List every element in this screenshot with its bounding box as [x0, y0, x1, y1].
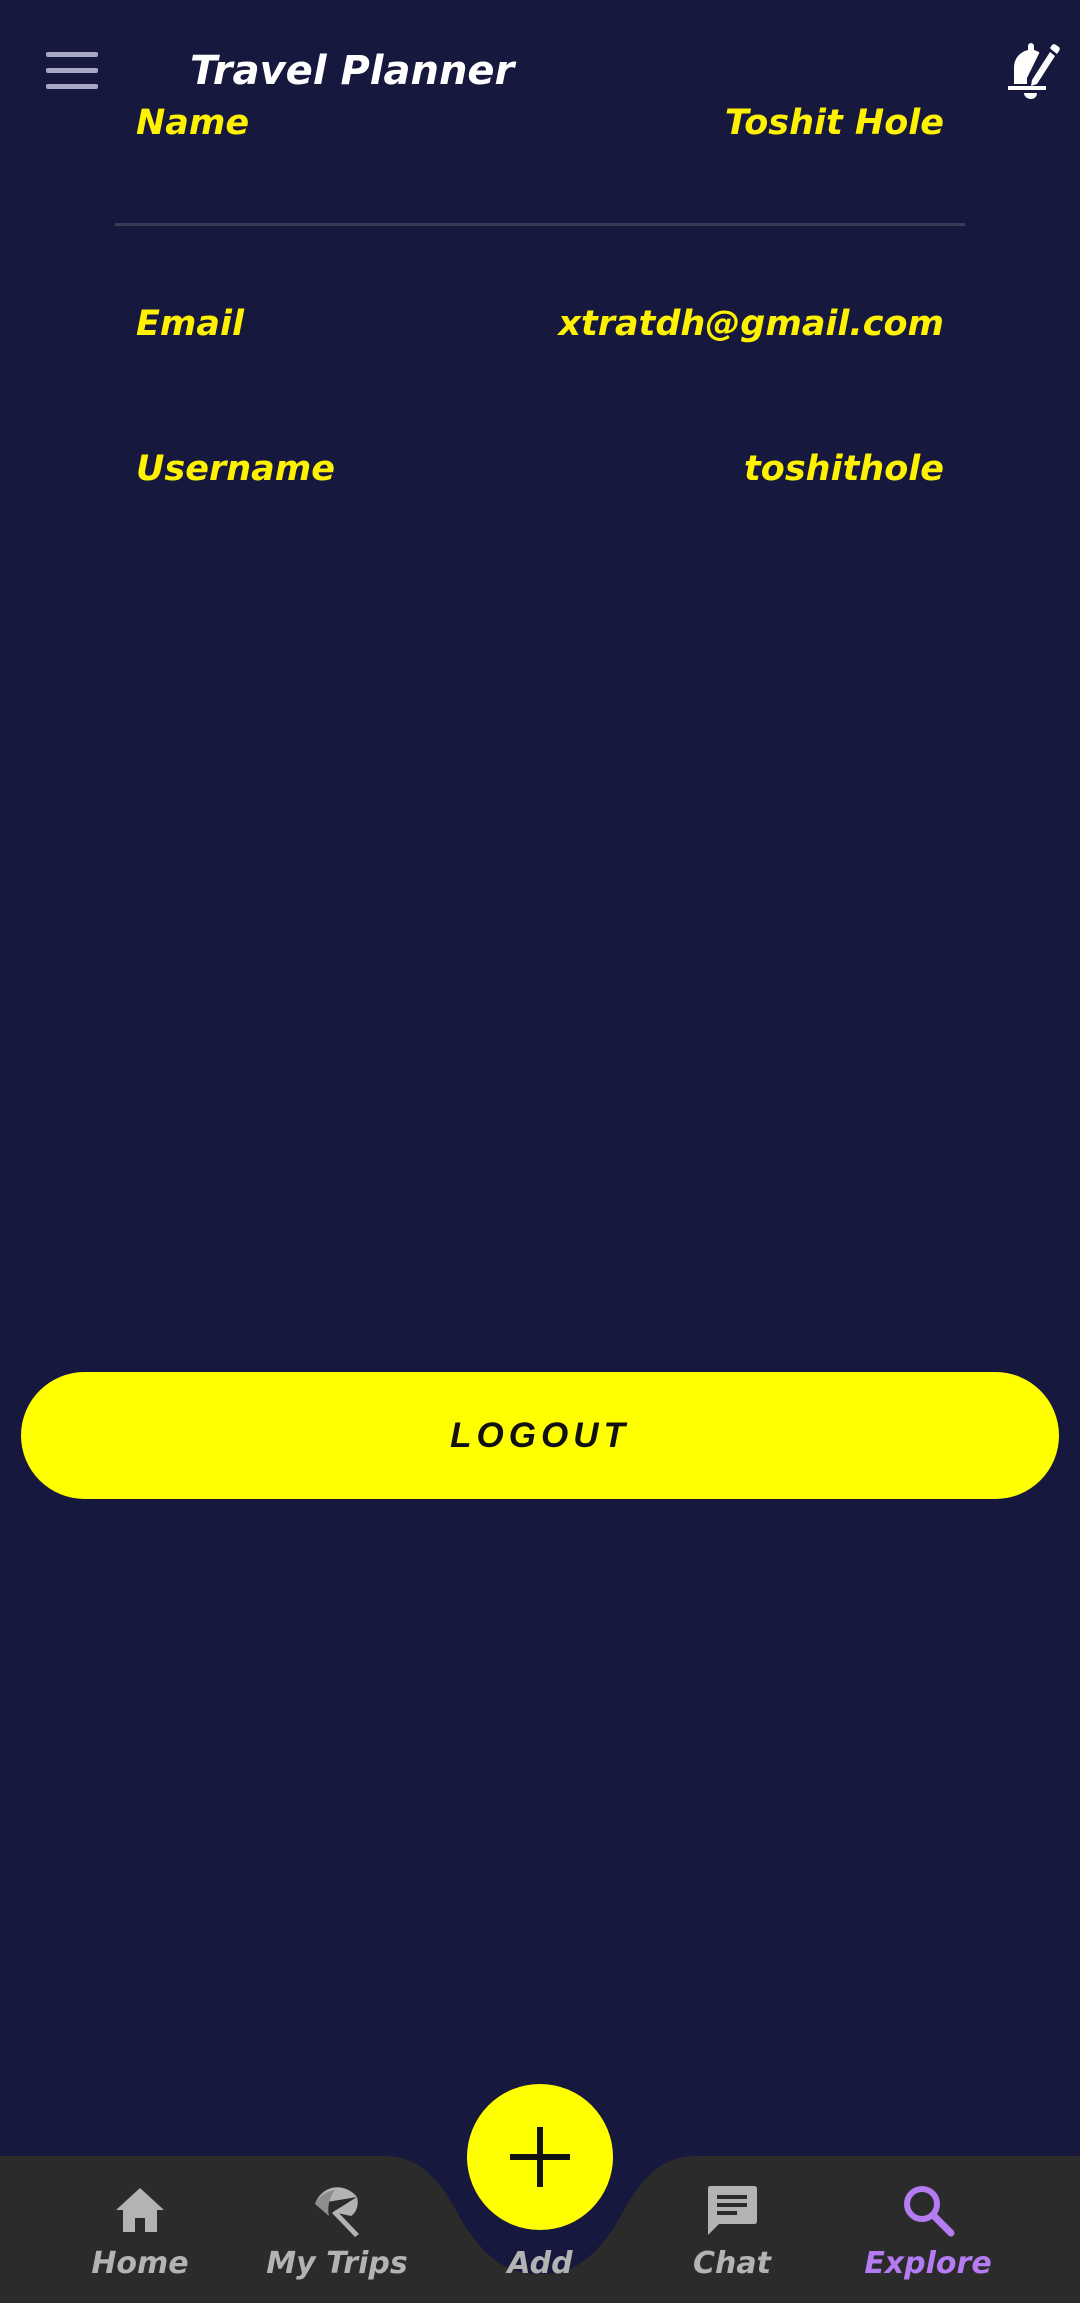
username-value: toshithole — [744, 449, 944, 489]
email-value: xtratdh@gmail.com — [558, 304, 944, 344]
name-value: Toshit Hole — [724, 103, 944, 143]
chat-icon — [704, 2182, 760, 2238]
add-fab-button[interactable] — [467, 2084, 613, 2230]
nav-label-explore: Explore — [864, 2246, 992, 2281]
logout-button[interactable]: LOGOUT — [21, 1372, 1059, 1499]
nav-label-my-trips: My Trips — [266, 2246, 408, 2281]
nav-item-explore[interactable]: Explore — [843, 2156, 1013, 2303]
nav-item-chat[interactable]: Chat — [647, 2156, 817, 2303]
email-label: Email — [136, 304, 244, 344]
divider — [115, 223, 965, 226]
home-icon — [112, 2182, 168, 2238]
nav-label-add: Add — [507, 2246, 573, 2281]
search-icon — [900, 2182, 956, 2238]
nav-label-chat: Chat — [693, 2246, 771, 2281]
hamburger-menu-icon[interactable] — [46, 52, 98, 92]
nav-item-my-trips[interactable]: My Trips — [252, 2156, 422, 2303]
nav-item-home[interactable]: Home — [55, 2156, 225, 2303]
nav-label-home: Home — [91, 2246, 189, 2281]
plus-icon — [510, 2127, 570, 2187]
name-label: Name — [136, 103, 250, 143]
beach-umbrella-icon — [309, 2182, 365, 2238]
bell-edit-icon[interactable] — [1000, 40, 1060, 102]
profile-screen: Travel Planner Name Toshit Hole Email xt… — [0, 0, 1080, 2303]
username-label: Username — [136, 449, 335, 489]
app-title: Travel Planner — [190, 48, 515, 94]
